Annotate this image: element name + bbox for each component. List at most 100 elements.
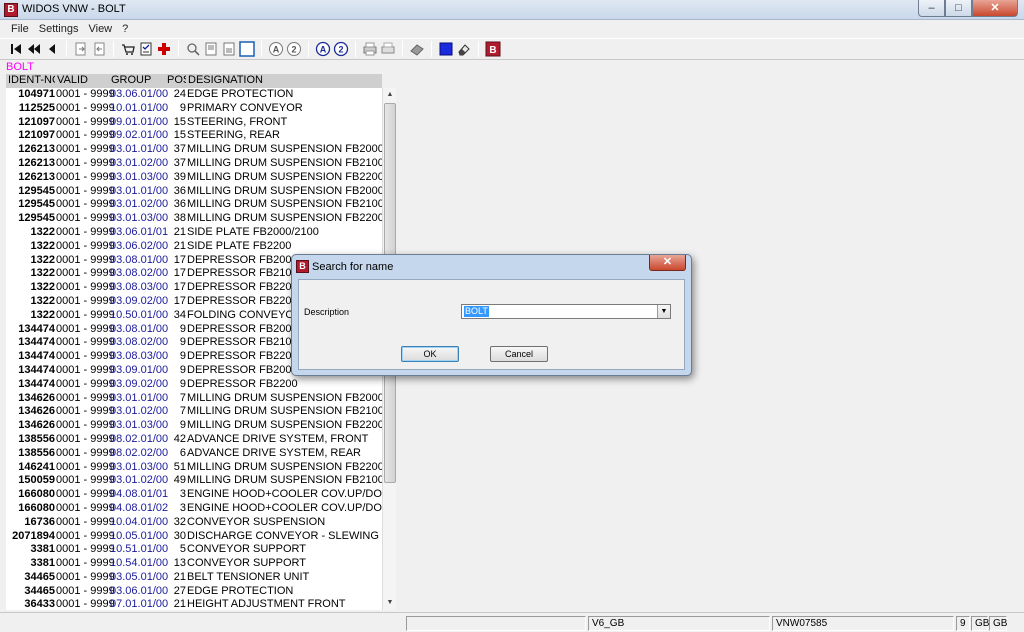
- cell-designation: MILLING DRUM SUSPENSION FB2100: [187, 405, 382, 418]
- cell-pos: 38: [173, 212, 186, 225]
- table-row[interactable]: 134626 0001 - 9999 03.01.03/00 9 MILLING DRU…: [6, 419, 382, 433]
- cell-group: 03.01.01/00: [110, 143, 169, 156]
- cell-valid: 0001 - 9999: [56, 267, 115, 280]
- cell-pos: 24: [173, 88, 186, 100]
- scroll-down-icon[interactable]: ▼: [383, 596, 397, 610]
- cart-icon[interactable]: [120, 41, 136, 57]
- page-alt-icon[interactable]: [221, 41, 237, 57]
- table-row[interactable]: 16736 0001 - 9999 10.04.01/00 32 CONVEYOR SU…: [6, 516, 382, 530]
- table-row[interactable]: 129545 0001 - 9999 03.01.01/00 36 MILLING DR…: [6, 185, 382, 199]
- table-row[interactable]: 134626 0001 - 9999 03.01.01/00 7 MILLING DRU…: [6, 392, 382, 406]
- cell-valid: 0001 - 9999: [56, 598, 115, 610]
- table-row[interactable]: 104971 0001 - 9999 03.06.01/00 24 EDGE PROTE…: [6, 88, 382, 102]
- app-logo-icon[interactable]: B: [485, 41, 501, 57]
- table-row[interactable]: 129545 0001 - 9999 03.01.03/00 38 MILLING DR…: [6, 212, 382, 226]
- checklist-icon[interactable]: [138, 41, 154, 57]
- cell-group: 03.06.01/00: [110, 88, 169, 100]
- dialog-close-button[interactable]: ✕: [649, 255, 686, 271]
- first-record-icon[interactable]: [8, 41, 24, 57]
- table-row[interactable]: 134474 0001 - 9999 03.09.02/00 9 DEPRESSOR F…: [6, 378, 382, 392]
- window-title: WIDOS VNW - BOLT: [22, 3, 126, 15]
- menu-file[interactable]: File: [6, 21, 34, 37]
- table-row[interactable]: 121097 0001 - 9999 09.01.01/00 15 STEERING, …: [6, 116, 382, 130]
- color-icon[interactable]: [438, 41, 454, 57]
- cell-designation: ADVANCE DRIVE SYSTEM, FRONT: [187, 432, 369, 445]
- cell-designation: HEIGHT ADJUSTMENT FRONT: [187, 598, 346, 610]
- export-icon[interactable]: [73, 41, 89, 57]
- table-row[interactable]: 126213 0001 - 9999 03.01.03/00 39 MILLING DR…: [6, 171, 382, 185]
- column-header-designation[interactable]: DESIGNATION: [186, 74, 382, 88]
- table-row[interactable]: 126213 0001 - 9999 03.01.02/00 37 MILLING DR…: [6, 157, 382, 171]
- table-row[interactable]: 138556 0001 - 9999 08.02.01/00 42 ADVANCE DR…: [6, 433, 382, 447]
- cell-pos: 34: [173, 308, 186, 321]
- table-row[interactable]: 166080 0001 - 9999 04.08.01/02 3 ENGINE HOOD…: [6, 502, 382, 516]
- cell-pos: 42: [173, 432, 186, 445]
- eraser-icon[interactable]: [456, 41, 472, 57]
- table-row[interactable]: 1322 0001 - 9999 03.06.01/01 21 SIDE PLATE F…: [6, 226, 382, 240]
- cell-designation: DEPRESSOR FB2200: [187, 377, 298, 390]
- table-row[interactable]: 166080 0001 - 9999 04.08.01/01 3 ENGINE HOOD…: [6, 488, 382, 502]
- cell-group: 03.08.01/00: [110, 253, 169, 266]
- column-header-pos[interactable]: POS: [165, 74, 186, 88]
- previous-page-icon[interactable]: [26, 41, 42, 57]
- table-row[interactable]: 126213 0001 - 9999 03.01.01/00 37 MILLING DR…: [6, 143, 382, 157]
- print-icon[interactable]: [362, 41, 378, 57]
- cancel-button[interactable]: Cancel: [490, 346, 548, 362]
- search-2-icon[interactable]: 2: [286, 41, 302, 57]
- table-row[interactable]: 150059 0001 - 9999 03.01.02/00 49 MILLING DR…: [6, 474, 382, 488]
- description-value[interactable]: BOLT: [464, 306, 489, 317]
- cell-designation: MILLING DRUM SUSPENSION FB2200: [187, 460, 382, 473]
- cell-valid: 0001 - 9999: [56, 212, 115, 225]
- search-2-blue-icon[interactable]: 2: [333, 41, 349, 57]
- ok-button[interactable]: OK: [401, 346, 459, 362]
- close-button[interactable]: ✕: [972, 0, 1018, 17]
- minimize-button[interactable]: –: [918, 0, 945, 17]
- frame-icon[interactable]: [239, 41, 255, 57]
- cell-pos: 7: [179, 405, 186, 418]
- zoom-icon[interactable]: [185, 41, 201, 57]
- table-row[interactable]: 134626 0001 - 9999 03.01.02/00 7 MILLING DRU…: [6, 405, 382, 419]
- cell-pos: 21: [173, 570, 186, 583]
- add-icon[interactable]: [156, 41, 172, 57]
- table-row[interactable]: 3381 0001 - 9999 10.54.01/00 13 CONVEYOR SUP…: [6, 557, 382, 571]
- cell-valid: 0001 - 9999: [56, 281, 115, 294]
- cell-group: 08.02.02/00: [110, 446, 169, 459]
- menu-view[interactable]: View: [83, 21, 117, 37]
- table-row[interactable]: 3381 0001 - 9999 10.51.01/00 5 CONVEYOR SUPP…: [6, 543, 382, 557]
- table-row[interactable]: 34465 0001 - 9999 03.06.01/00 27 EDGE PROTEC…: [6, 585, 382, 599]
- archive-icon[interactable]: [409, 41, 425, 57]
- cell-group: 03.08.02/00: [110, 336, 169, 349]
- column-header-ident[interactable]: IDENT-NO: [6, 74, 55, 88]
- cell-pos: 36: [173, 198, 186, 211]
- column-header-valid[interactable]: VALID: [55, 74, 109, 88]
- cell-pos: 32: [173, 515, 186, 528]
- column-header-group[interactable]: GROUP: [109, 74, 165, 88]
- table-row[interactable]: 1322 0001 - 9999 03.06.02/00 21 SIDE PLATE F…: [6, 240, 382, 254]
- table-row[interactable]: 129545 0001 - 9999 03.01.02/00 36 MILLING DR…: [6, 198, 382, 212]
- previous-record-icon[interactable]: [44, 41, 60, 57]
- scroll-up-icon[interactable]: ▲: [383, 88, 397, 102]
- table-row[interactable]: 121097 0001 - 9999 09.02.01/00 15 STEERING, …: [6, 129, 382, 143]
- table-row[interactable]: 138556 0001 - 9999 08.02.02/00 6 ADVANCE DRI…: [6, 447, 382, 461]
- search-a-icon[interactable]: A: [268, 41, 284, 57]
- description-combobox[interactable]: BOLT ▼: [461, 304, 671, 319]
- search-a-blue-icon[interactable]: A: [315, 41, 331, 57]
- import-icon[interactable]: [91, 41, 107, 57]
- table-row[interactable]: 146241 0001 - 9999 03.01.03/00 51 MILLING DR…: [6, 461, 382, 475]
- table-row[interactable]: 2071894 0001 - 9999 10.05.01/00 30 DISCHARGE…: [6, 530, 382, 544]
- menu-settings[interactable]: Settings: [34, 21, 84, 37]
- cell-designation: PRIMARY CONVEYOR: [187, 101, 303, 114]
- table-row[interactable]: 36433 0001 - 9999 07.01.01/00 21 HEIGHT ADJU…: [6, 598, 382, 610]
- cell-designation: STEERING, FRONT: [187, 115, 288, 128]
- table-row[interactable]: 112525 0001 - 9999 10.01.01/00 9 PRIMARY CON…: [6, 102, 382, 116]
- page-icon[interactable]: [203, 41, 219, 57]
- chevron-down-icon[interactable]: ▼: [657, 305, 670, 318]
- cell-pos: 17: [173, 253, 186, 266]
- cell-designation: SIDE PLATE FB2000/2100: [187, 225, 319, 238]
- print-preview-icon[interactable]: [380, 41, 396, 57]
- maximize-button[interactable]: □: [945, 0, 972, 17]
- table-row[interactable]: 34465 0001 - 9999 03.05.01/00 21 BELT TENSIO…: [6, 571, 382, 585]
- cell-valid: 0001 - 9999: [56, 419, 115, 432]
- menu-help[interactable]: ?: [117, 21, 133, 37]
- cell-ident: 3381: [30, 557, 55, 570]
